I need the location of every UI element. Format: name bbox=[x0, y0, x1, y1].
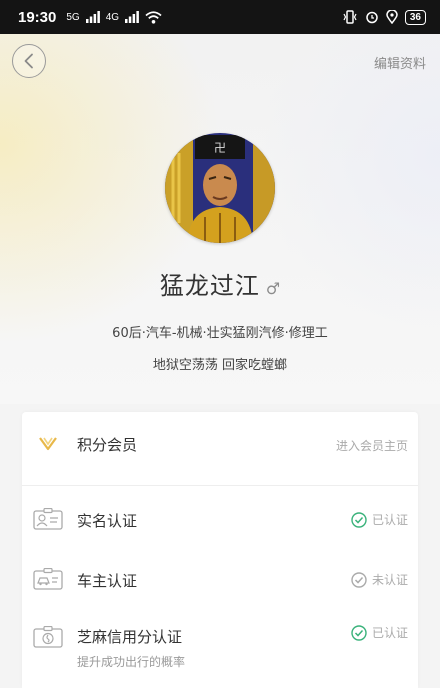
user-motto: 地狱空荡荡 回家吃螳螂 bbox=[152, 358, 288, 373]
avatar[interactable]: 卍 bbox=[165, 133, 275, 243]
member-badge-icon bbox=[32, 430, 64, 456]
divider bbox=[22, 485, 418, 486]
edit-profile-link[interactable]: 编辑资料 bbox=[374, 53, 426, 72]
user-tags: 60后·汽车-机械·壮实猛刚汽修·修理工 bbox=[112, 326, 328, 341]
status-time: 19:30 bbox=[18, 8, 57, 26]
location-icon bbox=[386, 10, 398, 24]
svg-text:卍: 卍 bbox=[214, 141, 226, 155]
car-owner-label: 车主认证 bbox=[77, 572, 138, 590]
sesame-credit-status-text: 已认证 bbox=[371, 626, 408, 640]
realname-status: 已认证 bbox=[351, 511, 408, 528]
signal-bars-icon bbox=[125, 11, 139, 23]
back-button[interactable] bbox=[12, 44, 46, 78]
car-card-icon bbox=[32, 566, 64, 592]
status-left: 19:30 5G 4G bbox=[18, 9, 162, 26]
realname-status-text: 已认证 bbox=[371, 513, 408, 527]
battery-indicator: 36 bbox=[404, 9, 426, 25]
vibrate-icon bbox=[343, 10, 357, 24]
car-owner-row[interactable]: 车主认证 未认证 bbox=[22, 556, 418, 606]
member-label: 积分会员 bbox=[77, 436, 138, 454]
member-home-link[interactable]: 进入会员主页 bbox=[336, 437, 408, 454]
realname-label: 实名认证 bbox=[77, 512, 138, 530]
wifi-icon bbox=[145, 10, 162, 24]
status-right: 36 bbox=[342, 9, 426, 25]
chevron-left-icon bbox=[24, 53, 33, 69]
profile-card: 积分会员 进入会员主页 实名认证 已认证 车主认证 未认证 芝麻信用分认证 已认… bbox=[22, 412, 418, 688]
car-owner-status: 未认证 bbox=[351, 571, 408, 588]
sesame-credit-status: 已认证 bbox=[351, 624, 408, 641]
sesame-credit-icon bbox=[32, 624, 64, 650]
realname-row[interactable]: 实名认证 已认证 bbox=[22, 496, 418, 546]
check-circle-icon bbox=[351, 624, 367, 641]
gender-icon: ♂ bbox=[265, 279, 281, 298]
member-row[interactable]: 积分会员 进入会员主页 bbox=[22, 420, 418, 470]
sesame-credit-subtitle: 提升成功出行的概率 bbox=[77, 655, 186, 669]
user-name: 猛龙过江 bbox=[159, 272, 260, 300]
signal-2-label: 4G bbox=[105, 11, 120, 23]
check-circle-icon bbox=[351, 571, 367, 588]
sesame-credit-label: 芝麻信用分认证 bbox=[77, 628, 183, 646]
check-circle-icon bbox=[351, 511, 367, 528]
car-owner-status-text: 未认证 bbox=[371, 573, 408, 587]
avatar-image: 卍 bbox=[165, 133, 275, 243]
status-bar: 19:30 5G 4G 36 bbox=[0, 0, 440, 34]
signal-1-label: 5G bbox=[66, 11, 80, 23]
id-card-icon bbox=[32, 506, 64, 532]
sesame-credit-row[interactable]: 芝麻信用分认证 已认证 提升成功出行的概率 bbox=[22, 614, 418, 678]
signal-bars-icon bbox=[85, 11, 100, 23]
alarm-icon bbox=[366, 11, 378, 24]
name-row: 猛龙过江 ♂ bbox=[0, 266, 440, 301]
